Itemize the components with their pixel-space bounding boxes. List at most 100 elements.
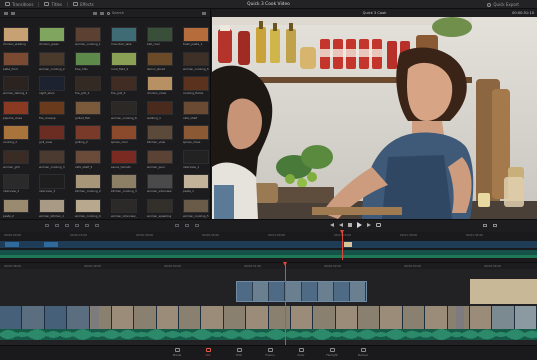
media-thumbnail[interactable]: woman_grill — [3, 149, 29, 169]
list-view-icon[interactable] — [4, 11, 8, 15]
page-button-edit[interactable]: Edit — [225, 348, 253, 357]
close-up-icon[interactable] — [75, 224, 79, 227]
page-button-fusion[interactable]: Fusion — [256, 348, 284, 357]
media-thumbnail[interactable]: chicken_green — [39, 27, 65, 46]
video-2-clip[interactable] — [236, 281, 367, 302]
clip[interactable] — [5, 242, 19, 247]
media-thumbnail[interactable]: pasta_1 — [183, 174, 209, 193]
audio-1-track[interactable] — [0, 329, 537, 340]
media-thumbnail[interactable]: kitchen_view — [147, 125, 173, 144]
effects-button[interactable]: Effects — [68, 0, 99, 9]
media-thumbnail[interactable]: fresh_pasta_1 — [183, 27, 209, 46]
options-icon[interactable] — [202, 11, 207, 15]
media-thumbnail[interactable]: woman_cooking_5 — [183, 198, 209, 218]
media-thumbnail[interactable]: woman_cooking_4 — [75, 198, 101, 218]
smooth-cut-icon[interactable] — [195, 224, 199, 227]
lower-timeline-ruler[interactable]: 00:00:48:00 00:00:49:00 00:00:50:00 00:00:5… — [0, 262, 537, 269]
media-thumbnail[interactable]: lemon_sliced — [147, 51, 173, 71]
source-overwrite-icon[interactable] — [95, 224, 99, 227]
quick-export-button[interactable]: Quick Export — [487, 0, 519, 9]
play-icon[interactable] — [357, 222, 362, 228]
media-thumbnail[interactable]: fire_grill_2 — [75, 76, 101, 95]
quick-export-label: Quick Export — [493, 2, 519, 7]
page-button-color[interactable]: Color — [287, 348, 315, 357]
place-on-top-icon[interactable] — [85, 224, 89, 227]
thumbnail-view-icon[interactable] — [99, 11, 104, 15]
media-thumbnail[interactable]: woman_cooking_2 — [39, 51, 65, 71]
media-thumbnail[interactable]: fire_closeup — [39, 100, 65, 120]
media-thumbnail[interactable]: woman_cooking_3 — [39, 149, 65, 169]
media-thumbnail[interactable]: chicken_walking — [3, 27, 29, 46]
loop-icon[interactable] — [376, 223, 381, 227]
media-thumbnail[interactable]: spices_color — [111, 125, 137, 144]
media-thumbnail[interactable]: sauce_tomato — [111, 149, 137, 169]
media-thumbnail[interactable]: walking_1 — [147, 100, 173, 120]
media-thumbnail[interactable]: interview_1 — [183, 149, 209, 169]
titles-button[interactable]: Titles — [39, 0, 67, 9]
video-1-track[interactable] — [0, 306, 537, 329]
smart-insert-icon[interactable] — [45, 224, 49, 227]
media-thumbnail[interactable]: woman_speaking — [147, 198, 173, 218]
ruler-tick-label: 00:01:45:00 — [466, 233, 484, 237]
media-thumbnail[interactable]: woman_cooking_1 — [75, 27, 101, 46]
upper-video-track[interactable] — [0, 241, 537, 248]
transition-marker[interactable] — [91, 306, 99, 329]
media-thumbnail[interactable]: spices_close — [183, 125, 209, 144]
page-button-deliver[interactable]: Deliver — [349, 348, 377, 357]
media-thumbnail[interactable]: bell_river — [147, 27, 173, 46]
append-icon[interactable] — [55, 224, 59, 227]
media-thumbnail[interactable]: woman_pour — [147, 149, 173, 169]
playhead[interactable] — [285, 262, 286, 346]
dissolve-icon[interactable] — [185, 224, 189, 227]
page-button-fairlight[interactable]: Fairlight — [318, 348, 346, 357]
go-to-start-icon[interactable] — [330, 223, 334, 227]
media-thumbnail[interactable]: fire_grill_3 — [111, 76, 137, 95]
media-thumbnail[interactable]: pasta_2 — [3, 198, 29, 218]
page-button-media[interactable]: Media — [163, 348, 191, 357]
go-to-end-icon[interactable] — [367, 223, 371, 227]
transitions-button[interactable]: Transitions — [0, 0, 38, 9]
media-thumbnail[interactable]: woman_interview — [147, 174, 173, 193]
media-thumbnail[interactable]: woman_kitchen_1 — [39, 198, 65, 218]
media-thumbnail[interactable]: woman_cooking_8 — [111, 100, 137, 120]
stop-icon[interactable] — [348, 223, 352, 227]
media-thumbnail[interactable]: kitchen_cooking_2 — [75, 174, 101, 193]
sort-icon[interactable] — [92, 11, 97, 15]
media-thumbnail[interactable]: cafe_shelf — [183, 100, 209, 120]
media-thumbnail[interactable]: woman_cooking_5 — [183, 51, 209, 71]
media-thumbnail[interactable]: rural_field_4 — [111, 51, 137, 71]
search-button[interactable]: Search — [106, 11, 124, 15]
more-icon[interactable] — [493, 224, 497, 227]
upper-playhead[interactable] — [342, 232, 343, 260]
upper-timeline-ruler[interactable]: 00:00:00:00 00:00:15:00 00:00:30:00 00:00:4… — [0, 232, 537, 240]
media-thumbnail[interactable]: kitchen_cooking_3 — [111, 174, 137, 193]
cut-icon[interactable] — [175, 224, 179, 227]
fullscreen-icon[interactable] — [483, 224, 487, 227]
media-thumbnail[interactable]: tree_hills — [75, 51, 101, 71]
media-thumbnail[interactable]: woman_talking_2 — [3, 76, 29, 95]
clip[interactable] — [44, 242, 58, 247]
media-thumbnail[interactable]: grilling_2 — [75, 125, 101, 144]
media-thumbnail[interactable]: cooking_flame — [183, 76, 209, 95]
media-thumbnail[interactable]: woman_interview_2 — [111, 198, 137, 218]
title-clip[interactable] — [470, 279, 537, 304]
media-thumbnail[interactable]: interview_2 — [3, 174, 29, 193]
ripple-overwrite-icon[interactable] — [65, 224, 69, 227]
page-button-cut[interactable]: Cut — [194, 348, 222, 357]
media-thumbnail[interactable]: interview_3 — [39, 174, 65, 193]
media-thumbnail[interactable]: grilled_flat — [75, 100, 101, 120]
media-thumbnail[interactable]: mountain_lake — [111, 27, 137, 46]
media-thumbnail[interactable]: cafe_shelf_2 — [75, 149, 101, 169]
clip[interactable] — [344, 242, 352, 247]
media-thumbnail[interactable]: plate_food — [3, 51, 29, 71]
viewer[interactable] — [212, 17, 537, 219]
media-thumbnail[interactable]: cooking_2 — [3, 125, 29, 144]
transition-marker[interactable] — [456, 306, 464, 329]
media-thumbnail[interactable]: chicken_close — [147, 76, 173, 95]
grid-view-icon[interactable] — [11, 11, 15, 15]
upper-audio-track-2[interactable] — [0, 255, 537, 258]
media-thumbnail[interactable]: paprika_close — [3, 100, 29, 120]
media-thumbnail[interactable]: night_stars — [39, 76, 65, 95]
media-thumbnail[interactable]: grill_view — [39, 125, 65, 144]
reverse-icon[interactable] — [339, 223, 343, 227]
